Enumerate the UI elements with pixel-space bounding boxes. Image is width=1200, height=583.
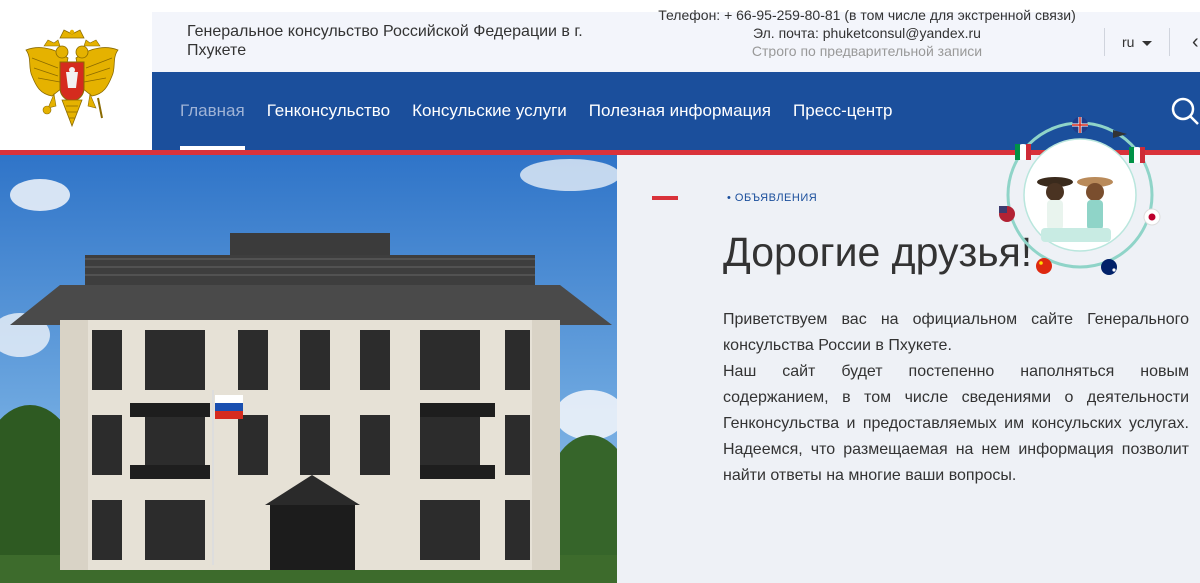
category-link[interactable]: ОБЪЯВЛЕНИЯ	[727, 192, 817, 204]
search-icon[interactable]	[1166, 94, 1200, 128]
nav-item-consulate[interactable]: Генконсульство	[267, 72, 390, 150]
appointment-note: Строго по предварительной записи	[751, 43, 983, 58]
site-title[interactable]: Генеральное консульство Российской Федер…	[187, 22, 617, 60]
red-dash	[652, 196, 678, 200]
nav-item-home[interactable]: Главная	[180, 72, 245, 150]
russian-coat-of-arms-icon	[25, 29, 119, 128]
header-top: Генеральное консульство Российской Федер…	[152, 7, 1200, 72]
contacts-block: Телефон: + 66-95-259-80-81 (в том числе …	[652, 6, 1082, 58]
chevron-left-icon[interactable]: ‹	[1192, 32, 1199, 52]
language-selector[interactable]: ru	[1122, 34, 1153, 50]
nav-item-press-center[interactable]: Пресс-центр	[793, 72, 892, 150]
article-paragraph: Наш сайт будет постепенно наполняться но…	[723, 363, 1189, 484]
chevron-down-icon	[1142, 40, 1153, 46]
nav-item-useful-info[interactable]: Полезная информация	[589, 72, 771, 150]
article-paragraph: Приветствуем вас на официальном сайте Ге…	[723, 311, 1189, 354]
language-label: ru	[1122, 34, 1135, 50]
phone-text[interactable]: Телефон: + 66-95-259-80-81 (в том числе …	[652, 6, 1082, 24]
emblem-area[interactable]	[0, 0, 152, 150]
page-title: Дорогие друзья!	[723, 229, 1033, 275]
article-body: Приветствуем вас на официальном сайте Ге…	[723, 307, 1189, 489]
email-text[interactable]: Эл. почта: phuketconsul@yandex.ru	[652, 24, 1082, 42]
nav-item-consular-services[interactable]: Консульские услуги	[412, 72, 567, 150]
divider	[1169, 28, 1170, 56]
divider	[1104, 28, 1105, 56]
travel-blog-sticker	[995, 110, 1165, 280]
consulate-building-photo	[0, 155, 617, 583]
